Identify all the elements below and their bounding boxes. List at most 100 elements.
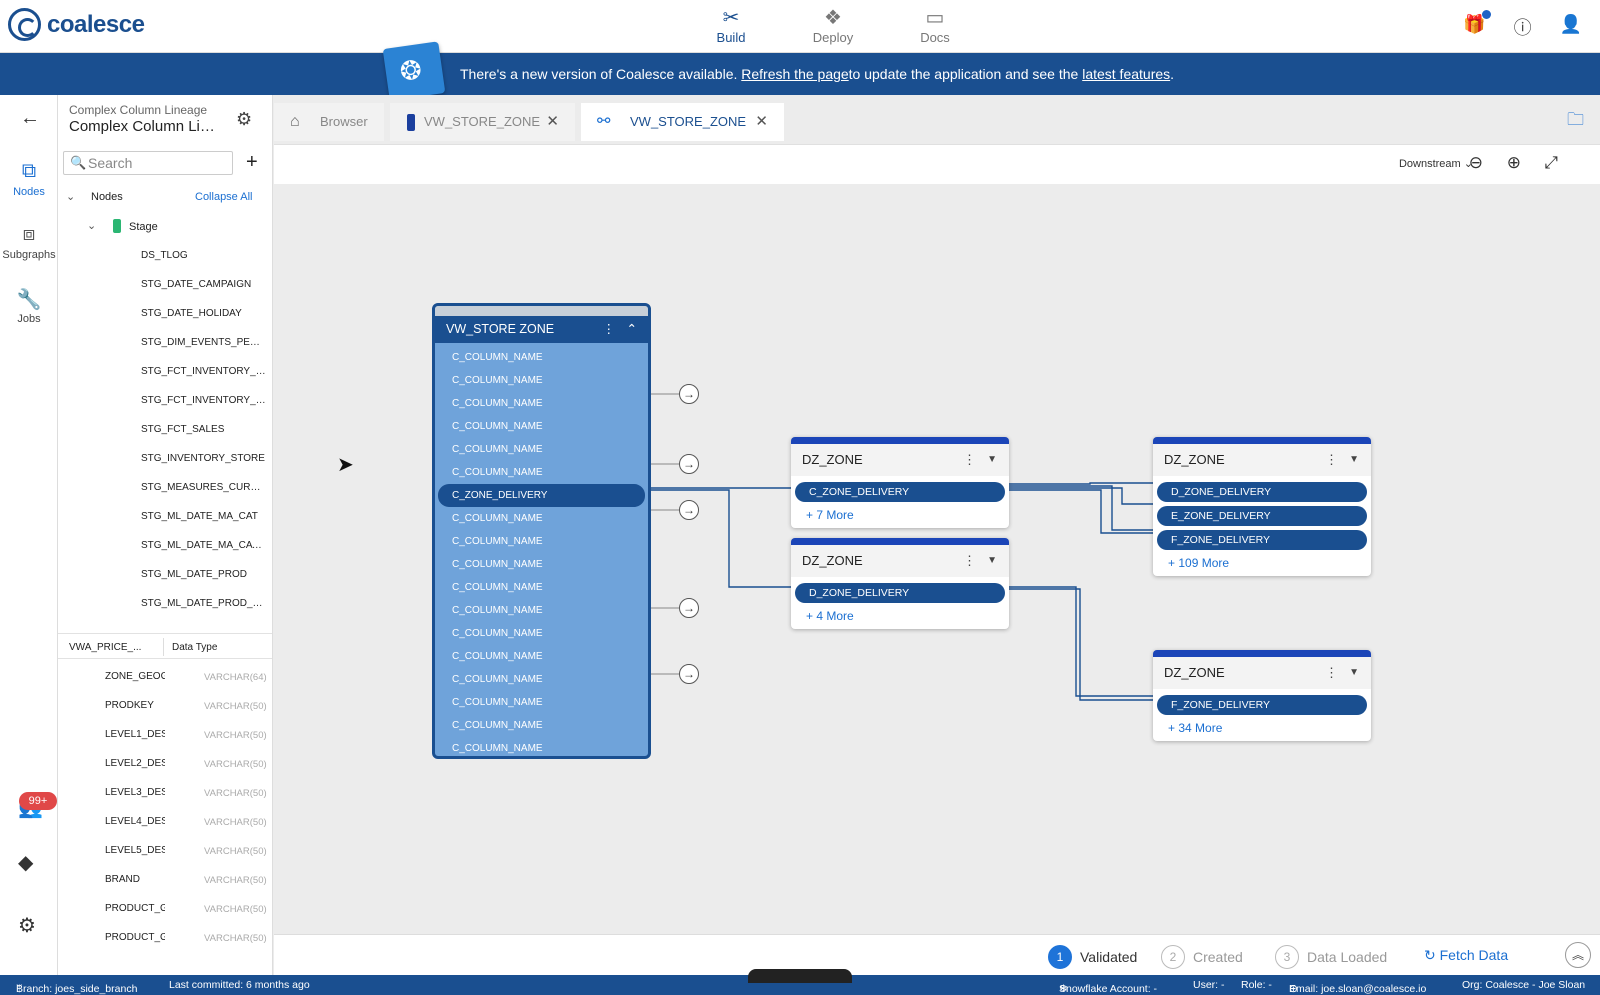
target-node-header[interactable]: DZ_ZONE ⋮ ▼ [791, 444, 1009, 476]
column-item[interactable]: F_ZONE_DELIVERY [1157, 530, 1367, 550]
column-item[interactable]: F_ZONE_DELIVERY [1157, 695, 1367, 715]
table-row[interactable]: BRAND VARCHAR(50) [58, 866, 272, 895]
column-item[interactable]: C_COLUMN_NAME [438, 668, 645, 691]
column-name-header[interactable]: VWA_PRICE_... [69, 642, 141, 653]
list-item[interactable]: STG_ML_DATE_MA_CAT [58, 502, 266, 531]
more-vertical-icon[interactable]: ⋮ [603, 316, 616, 343]
project-gear-icon[interactable]: ⚙ [236, 109, 252, 130]
source-node-vw-store-zone[interactable]: VW_STORE ZONE ⋮ ⌃ C_COLUMN_NAME C_COLUMN… [432, 303, 651, 759]
table-row[interactable]: PRODUCT_GI VARCHAR(50) [58, 924, 272, 953]
more-columns-link[interactable]: + 34 More [1153, 715, 1371, 741]
list-item[interactable]: STG_FCT_SALES [58, 415, 266, 444]
rail-nodes[interactable]: ⧉ Nodes [0, 160, 58, 198]
direction-dropdown[interactable]: Downstream ⌄ [1399, 157, 1473, 170]
expand-arrow-icon[interactable]: → [679, 454, 699, 474]
column-item-selected[interactable]: C_ZONE_DELIVERY [438, 484, 645, 507]
chevron-down-icon[interactable]: ▼ [987, 444, 997, 476]
coalesce-logo[interactable]: coalesce [8, 8, 145, 41]
fetch-data-button[interactable]: ↻ Fetch Data [1424, 947, 1508, 964]
table-row[interactable]: PRODKEY VARCHAR(50) [58, 692, 272, 721]
column-item[interactable]: D_ZONE_DELIVERY [795, 583, 1005, 603]
list-item[interactable]: STG_FCT_INVENTORY_WEEKLY [58, 386, 266, 415]
nav-docs[interactable]: ▭ Docs [884, 6, 986, 45]
column-item[interactable]: C_COLUMN_NAME [438, 691, 645, 714]
table-row[interactable]: PRODUCT_GI VARCHAR(50) [58, 895, 272, 924]
list-item[interactable]: STG_ML_DATE_PROD [58, 560, 266, 589]
tab-vw-store-zone-node[interactable]: VW_STORE_ZONE ✕ [390, 103, 575, 141]
list-item[interactable]: STG_DATE_HOLIDAY [58, 299, 266, 328]
chevron-down-icon[interactable]: ⌄ [87, 219, 96, 232]
more-vertical-icon[interactable]: ⋮ [963, 545, 976, 577]
column-item[interactable]: C_COLUMN_NAME [438, 392, 645, 415]
close-folder-icon[interactable]: 🗀 [1567, 107, 1584, 136]
target-node-dz-zone-3[interactable]: DZ_ZONE ⋮ ▼ D_ZONE_DELIVERY E_ZONE_DELIV… [1153, 437, 1371, 576]
search-input[interactable]: 🔍 Search [63, 151, 233, 175]
drag-handle[interactable] [748, 969, 852, 983]
back-arrow-icon[interactable]: ← [20, 107, 40, 130]
column-item[interactable]: C_COLUMN_NAME [438, 369, 645, 392]
list-item[interactable]: STG_FCT_INVENTORY_DAILY [58, 357, 266, 386]
add-node-button[interactable]: + [246, 151, 258, 174]
column-item[interactable]: C_COLUMN_NAME [438, 622, 645, 645]
source-node-header[interactable]: VW_STORE ZONE ⋮ ⌃ [435, 316, 648, 343]
rail-subgraphs[interactable]: ⧈ Subgraphs [0, 223, 58, 261]
list-item[interactable]: STG_DIM_EVENTS_PERIOD [58, 328, 266, 357]
chevron-up-icon[interactable]: ⌃ [627, 316, 637, 343]
chevron-down-icon[interactable]: ▼ [1349, 657, 1359, 689]
column-item[interactable]: C_COLUMN_NAME [438, 415, 645, 438]
chevron-down-icon[interactable]: ▼ [987, 545, 997, 577]
column-item[interactable]: C_COLUMN_NAME [438, 737, 645, 756]
nav-build[interactable]: ✂ Build [680, 6, 782, 45]
tab-vw-store-zone-lineage[interactable]: ⚯ VW_STORE_ZONE ✕ [581, 103, 784, 141]
column-item[interactable]: C_COLUMN_NAME [438, 346, 645, 369]
table-row[interactable]: LEVEL4_DES VARCHAR(50) [58, 808, 272, 837]
expand-arrow-icon[interactable]: → [679, 500, 699, 520]
list-item[interactable]: STG_INVENTORY_STORE [58, 444, 266, 473]
step-created[interactable]: 2 Created [1161, 945, 1243, 969]
column-item[interactable]: C_COLUMN_NAME [438, 553, 645, 576]
more-columns-link[interactable]: + 4 More [791, 603, 1009, 629]
more-vertical-icon[interactable]: ⋮ [1325, 444, 1338, 476]
target-node-dz-zone-2[interactable]: DZ_ZONE ⋮ ▼ D_ZONE_DELIVERY + 4 More [791, 538, 1009, 629]
nav-deploy[interactable]: ❖ Deploy [782, 6, 884, 45]
column-item[interactable]: C_COLUMN_NAME [438, 645, 645, 668]
zoom-in-icon[interactable]: ⊕ [1507, 153, 1521, 173]
column-item[interactable]: C_COLUMN_NAME [438, 599, 645, 622]
more-vertical-icon[interactable]: ⋮ [1325, 657, 1338, 689]
collapse-all-button[interactable]: Collapse All [195, 191, 252, 203]
column-item[interactable]: C_COLUMN_NAME [438, 714, 645, 737]
column-item[interactable]: E_ZONE_DELIVERY [1157, 506, 1367, 526]
fit-screen-icon[interactable]: ⤢ [1544, 153, 1558, 173]
list-item[interactable]: DS_TLOG [58, 241, 266, 270]
target-node-dz-zone-1[interactable]: DZ_ZONE ⋮ ▼ C_ZONE_DELIVERY + 7 More [791, 437, 1009, 528]
expand-arrow-icon[interactable]: → [679, 598, 699, 618]
more-vertical-icon[interactable]: ⋮ [963, 444, 976, 476]
column-item[interactable]: D_ZONE_DELIVERY [1157, 482, 1367, 502]
target-node-header[interactable]: DZ_ZONE ⋮ ▼ [1153, 444, 1371, 476]
table-row[interactable]: LEVEL5_DES VARCHAR(50) [58, 837, 272, 866]
tab-browser[interactable]: ⌂ Browser [274, 103, 384, 141]
more-columns-link[interactable]: + 7 More [791, 502, 1009, 528]
column-item[interactable]: C_COLUMN_NAME [438, 576, 645, 599]
zoom-out-icon[interactable]: ⊖ [1469, 153, 1483, 173]
target-node-header[interactable]: DZ_ZONE ⋮ ▼ [791, 545, 1009, 577]
chevron-double-up-icon[interactable]: ︽ [1565, 942, 1591, 968]
target-node-header[interactable]: DZ_ZONE ⋮ ▼ [1153, 657, 1371, 689]
column-item[interactable]: C_COLUMN_NAME [438, 461, 645, 484]
list-item[interactable]: STG_ML_DATE_MA_CAT_SUB [58, 531, 266, 560]
table-row[interactable]: LEVEL3_DES VARCHAR(50) [58, 779, 272, 808]
target-node-dz-zone-4[interactable]: DZ_ZONE ⋮ ▼ F_ZONE_DELIVERY + 34 More [1153, 650, 1371, 741]
rail-jobs[interactable]: 🔧 Jobs [0, 287, 58, 325]
gift-icon[interactable]: 🎁 [1463, 10, 1492, 40]
step-validated[interactable]: 1 Validated [1048, 945, 1137, 969]
table-row[interactable]: LEVEL1_DES VARCHAR(50) [58, 721, 272, 750]
list-item[interactable]: STG_MEASURES_CURRENT [58, 473, 266, 502]
column-item[interactable]: C_COLUMN_NAME [438, 438, 645, 461]
close-icon[interactable]: ✕ [755, 103, 768, 141]
chevron-down-icon[interactable]: ⌄ [66, 190, 75, 203]
list-item[interactable]: STG_DATE_CAMPAIGN [58, 270, 266, 299]
column-item[interactable]: C_COLUMN_NAME [438, 507, 645, 530]
list-item[interactable]: STG_ML_DATE_PROD_SUB [58, 589, 266, 618]
data-type-header[interactable]: Data Type [172, 642, 217, 653]
lineage-canvas[interactable]: VW_STORE ZONE ⋮ ⌃ C_COLUMN_NAME C_COLUMN… [274, 184, 1600, 934]
